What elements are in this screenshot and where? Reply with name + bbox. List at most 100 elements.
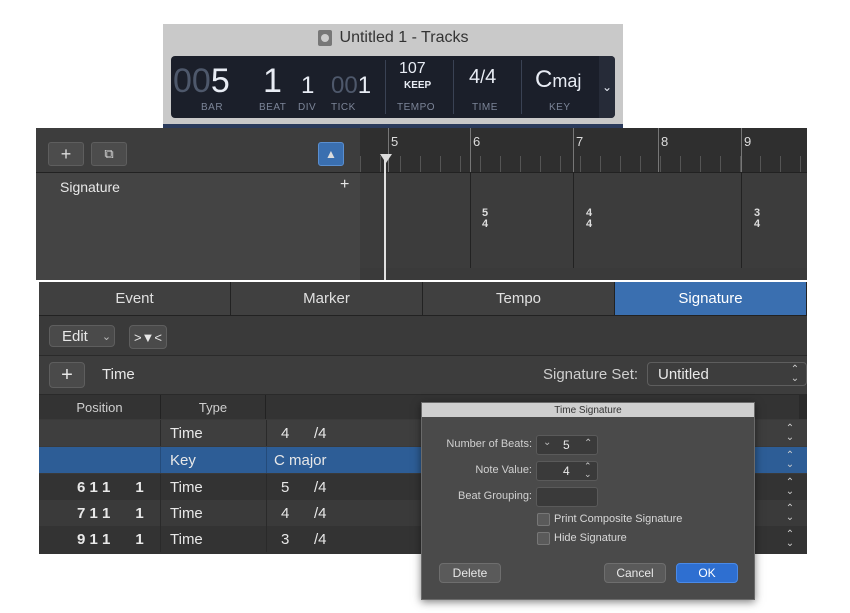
edit-menu[interactable]: Edit ⌄ <box>49 325 115 347</box>
signature-track-lane[interactable]: 54 44 34 <box>360 173 807 268</box>
signature-set-label: Signature Set: <box>543 366 639 383</box>
cell-divider <box>266 474 267 500</box>
lcd-display[interactable]: 005 1 1 001 BAR BEAT DIV TICK 107 KEEP T… <box>171 56 615 118</box>
lcd-separator <box>453 60 454 114</box>
lcd-tick-label: TICK <box>331 102 356 113</box>
filter-button[interactable]: >▼< <box>129 325 167 349</box>
ruler-ticks <box>360 156 807 172</box>
beats-stepper[interactable]: ⌄ 5 ⌃ <box>536 435 598 455</box>
ruler[interactable]: 5 6 7 8 9 <box>360 128 807 173</box>
window-title-bar: Untitled 1 - Tracks <box>163 24 623 52</box>
tracks-window-header: Untitled 1 - Tracks 005 1 1 001 BAR BEAT… <box>163 24 623 130</box>
row-value: 4 <box>281 504 290 522</box>
note-value-label: Note Value: <box>475 464 532 476</box>
row-unit: /4 <box>314 424 327 442</box>
lcd-key: Cmaj <box>535 66 581 94</box>
updown-arrows-icon[interactable]: ⌃ ⌄ <box>785 451 795 470</box>
row-value: 3 <box>281 530 290 548</box>
updown-arrows-icon[interactable]: ⌃ ⌄ <box>785 478 795 497</box>
lcd-key-suffix: maj <box>552 71 582 91</box>
chevron-up-icon[interactable]: ⌃ <box>584 438 592 449</box>
lcd-tempo-mode: KEEP <box>404 80 432 91</box>
lane-bar-line <box>741 173 742 268</box>
plus-icon: + <box>60 143 72 164</box>
tab-event[interactable]: Event <box>39 282 231 316</box>
note-value: 4 <box>563 464 570 478</box>
scrollbar[interactable] <box>799 395 807 419</box>
lcd-div: 1 <box>301 72 315 99</box>
updown-arrows-icon: ⌃ ⌄ <box>584 461 592 479</box>
add-event-button[interactable]: + <box>49 362 85 388</box>
cell-divider <box>266 526 267 552</box>
ok-button[interactable]: OK <box>676 563 738 583</box>
row-value: C major <box>274 451 327 469</box>
lcd-tempo-label: TEMPO <box>397 102 436 113</box>
lane-signature-den: 4 <box>482 218 489 230</box>
lcd-bar: 005 <box>173 62 230 101</box>
signature-set-select[interactable]: Untitled ⌃ ⌄ <box>647 362 807 386</box>
lane-signature-den: 4 <box>586 218 593 230</box>
collapse-icon: ▲ <box>325 147 337 161</box>
chevron-down-icon[interactable]: ⌄ <box>543 437 551 448</box>
tab-signature[interactable]: Signature <box>615 282 807 316</box>
tab-marker[interactable]: Marker <box>231 282 423 316</box>
edit-menu-label: Edit <box>62 327 88 345</box>
document-icon <box>317 30 332 46</box>
tab-tempo[interactable]: Tempo <box>423 282 615 316</box>
chevron-down-icon[interactable]: ⌄ <box>599 56 615 118</box>
updown-arrows-icon[interactable]: ⌃ ⌄ <box>785 424 795 443</box>
signature-set-value: Untitled <box>658 365 709 383</box>
lcd-bar-label: BAR <box>201 102 224 113</box>
lane-signature-den: 4 <box>754 218 761 230</box>
lcd-tick: 001 <box>331 72 371 100</box>
lcd-beat-label: BEAT <box>259 102 287 113</box>
beats-label: Number of Beats: <box>446 438 532 450</box>
catch-button[interactable]: ▲ <box>318 142 344 166</box>
hide-signature-checkbox[interactable] <box>537 532 550 545</box>
column-position[interactable]: Position <box>39 395 161 419</box>
lane-signature[interactable]: 44 <box>586 208 592 230</box>
row-value: 4 <box>281 424 290 442</box>
lcd-tick-value: 1 <box>357 72 372 99</box>
updown-arrows-icon[interactable]: ⌃ ⌄ <box>785 530 795 549</box>
lcd-bar-value: 5 <box>210 62 230 100</box>
lane-signature[interactable]: 34 <box>754 208 760 230</box>
add-track-button[interactable]: + <box>48 142 84 166</box>
lcd-time-label: TIME <box>472 102 498 113</box>
lcd-bar-dim: 00 <box>173 62 211 100</box>
tracks-area: + ⧉ ▲ Signature + 5 6 7 8 9 54 44 34 <box>36 128 807 280</box>
row-type: Key <box>170 451 196 469</box>
lcd-div-label: DIV <box>298 102 317 113</box>
cell-divider <box>160 474 161 500</box>
lcd-tempo: 107 <box>399 60 426 77</box>
filter-icon: >▼< <box>133 329 163 345</box>
track-header-signature[interactable]: Signature + <box>36 173 360 280</box>
time-signature-dialog: Time Signature Number of Beats: ⌄ 5 ⌃ No… <box>421 402 755 600</box>
cell-divider <box>266 420 267 446</box>
row-unit: /4 <box>314 530 327 548</box>
add-type-label[interactable]: Time <box>102 366 135 383</box>
row-type: Time <box>170 424 203 442</box>
composite-checkbox[interactable] <box>537 513 550 526</box>
cancel-button[interactable]: Cancel <box>604 563 666 583</box>
lcd-time-den: 4 <box>485 66 497 88</box>
lcd-tick-dim: 00 <box>331 72 358 99</box>
beats-value: 5 <box>563 438 570 452</box>
lane-signature[interactable]: 54 <box>482 208 488 230</box>
row-position <box>39 420 161 446</box>
delete-button[interactable]: Delete <box>439 563 501 583</box>
add-signature-icon[interactable]: + <box>340 176 349 194</box>
note-value-select[interactable]: 4 ⌃ ⌄ <box>536 461 598 481</box>
column-type[interactable]: Type <box>161 395 266 419</box>
duplicate-track-button[interactable]: ⧉ <box>91 142 127 166</box>
hide-signature-label: Hide Signature <box>554 532 627 544</box>
cell-divider <box>266 447 267 473</box>
playhead-marker-icon[interactable] <box>380 154 392 163</box>
updown-arrows-icon[interactable]: ⌃ ⌄ <box>785 504 795 523</box>
lane-bar-line <box>573 173 574 268</box>
editor-tabs: Event Marker Tempo Signature <box>39 282 807 316</box>
lcd-separator <box>385 60 386 114</box>
ruler-bar-7: 7 <box>576 134 584 149</box>
beat-grouping-label: Beat Grouping: <box>458 490 532 502</box>
beat-grouping-input[interactable] <box>536 487 598 507</box>
